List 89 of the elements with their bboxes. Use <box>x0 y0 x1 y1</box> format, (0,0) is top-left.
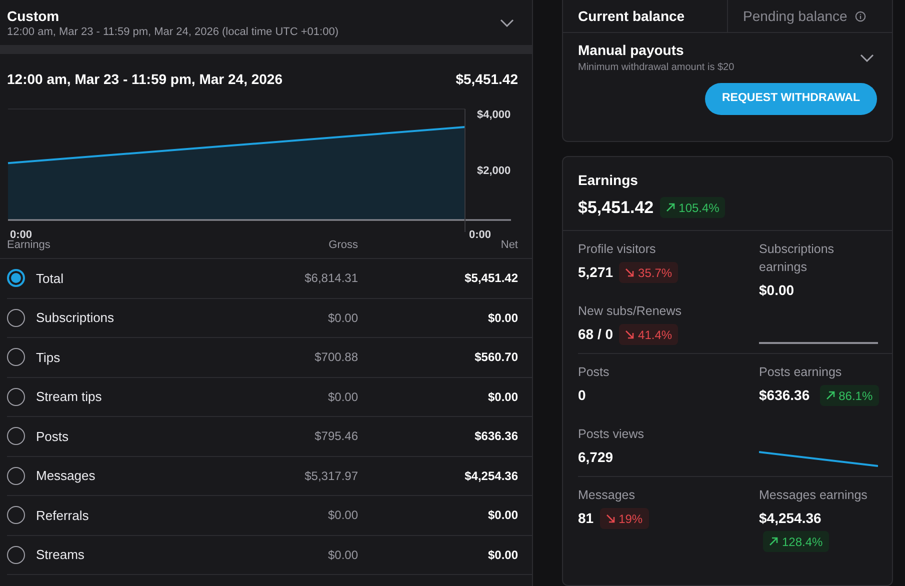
stat-label: Messages earnings <box>759 487 868 504</box>
column-header: Earnings <box>7 238 52 253</box>
change-badge: 128.4% <box>763 531 829 552</box>
row-label: Referrals <box>36 506 90 524</box>
balance-tab[interactable]: Current balance <box>563 0 727 32</box>
period-title: Custom <box>7 6 60 24</box>
change-badge: 35.7% <box>619 262 678 284</box>
net-amount: $0.00 <box>486 546 518 564</box>
arrow-up-right-icon <box>769 537 778 546</box>
earnings-row[interactable]: Total $6,814.31 $5,451.42 <box>7 259 532 298</box>
radio-button[interactable] <box>7 427 25 446</box>
y-tick-label: $2,000 <box>477 164 511 178</box>
gross-amount: $795.46 <box>314 428 358 446</box>
arrow-down-right-icon <box>625 268 634 278</box>
earnings-row[interactable]: Streams $0.00 $0.00 <box>7 536 532 575</box>
arrow-up-right-icon <box>826 391 835 400</box>
earnings-value: $5,451.42 <box>578 196 654 219</box>
y-tick-label: $4,000 <box>477 108 511 123</box>
stat-label: New subs/Renews <box>578 303 683 320</box>
info-icon <box>855 10 866 22</box>
payouts-title: Manual payouts <box>578 41 685 59</box>
column-header: Gross <box>328 238 358 253</box>
gross-amount: $5,317.97 <box>304 468 358 485</box>
change-badge: 86.1% <box>820 385 879 406</box>
stat-value: 5,271 <box>578 263 614 282</box>
stat-label: Posts views <box>578 426 645 444</box>
stat-label: Messages <box>578 487 636 504</box>
radio-button[interactable] <box>7 546 25 564</box>
stat-label: Posts earnings <box>759 364 843 382</box>
balance-tab[interactable]: Pending balance <box>727 0 892 32</box>
stat-value: $4,254.36 <box>759 509 822 528</box>
earnings-row[interactable]: Stream tips $0.00 $0.00 <box>7 378 532 417</box>
chevron-down-icon <box>500 18 514 26</box>
earnings-title: Earnings <box>578 170 639 190</box>
net-amount: $0.00 <box>486 507 518 524</box>
earnings-row[interactable]: Tips $700.88 $560.70 <box>7 338 532 378</box>
gross-amount: $6,814.31 <box>304 270 358 288</box>
radio-button[interactable] <box>7 308 25 327</box>
row-label: Messages <box>36 467 96 485</box>
change-badge: 41.4% <box>619 324 678 346</box>
stat-label: Profile visitors <box>578 241 657 258</box>
row-label: Streams <box>36 546 86 564</box>
radio-button[interactable] <box>7 506 25 524</box>
change-badge: 19% <box>600 508 649 530</box>
gross-amount: $0.00 <box>326 546 358 564</box>
stat-label: Subscriptions earnings <box>759 241 836 276</box>
net-amount: $4,254.36 <box>464 468 518 485</box>
payouts-selector[interactable]: Manual payouts Minimum withdrawal amount is $20 <box>563 33 892 75</box>
net-amount: $636.36 <box>474 428 518 446</box>
earnings-row[interactable]: Posts $795.46 $636.36 <box>7 417 532 456</box>
stat-label: Posts <box>578 364 610 382</box>
net-amount: $0.00 <box>486 310 518 327</box>
earnings-row[interactable]: Messages $5,317.97 $4,254.36 <box>7 456 532 496</box>
column-header: Net <box>500 238 518 253</box>
earnings-row[interactable]: Referrals $0.00 $0.00 <box>7 496 532 536</box>
gross-amount: $0.00 <box>326 507 358 524</box>
change-badge: 105.4% <box>660 197 726 218</box>
radio-button[interactable] <box>7 466 25 485</box>
radio-button[interactable] <box>7 388 25 406</box>
payouts-note: Minimum withdrawal amount is $20 <box>578 61 734 75</box>
x-tick-label: 0:00 <box>10 228 32 241</box>
stat-value: $0.00 <box>759 281 794 300</box>
row-label: Total <box>36 270 64 288</box>
net-amount: $560.70 <box>474 349 518 366</box>
row-label: Posts <box>36 428 70 446</box>
stat-value: 6,729 <box>578 448 614 468</box>
radio-button[interactable] <box>7 348 25 366</box>
x-tick-label: 0:00 <box>469 228 492 243</box>
row-label: Subscriptions <box>36 309 116 327</box>
net-amount: $0.00 <box>486 388 518 406</box>
chevron-down-icon <box>860 54 874 62</box>
total-amount: $5,451.42 <box>456 70 518 88</box>
stat-value: 81 <box>578 509 594 528</box>
earnings-row[interactable]: Subscriptions $0.00 $0.00 <box>7 298 532 338</box>
arrow-down-right-icon <box>625 330 634 340</box>
stat-value: 0 <box>578 386 586 406</box>
arrow-down-right-icon <box>606 514 615 524</box>
row-label: Stream tips <box>36 388 103 406</box>
gross-amount: $0.00 <box>326 310 358 327</box>
gross-amount: $0.00 <box>326 388 358 406</box>
arrow-up-right-icon <box>666 203 675 212</box>
stat-value: $636.36 <box>759 386 810 406</box>
period-subtitle: 12:00 am, Mar 23 - 11:59 pm, Mar 24, 2026 (local time UTC +01:00) <box>7 24 338 38</box>
date-range: 12:00 am, Mar 23 - 11:59 pm, Mar 24, 2026 <box>7 70 282 89</box>
net-amount: $5,451.42 <box>464 270 518 288</box>
radio-button[interactable] <box>7 269 25 288</box>
gross-amount: $700.88 <box>314 349 358 366</box>
row-label: Tips <box>36 348 62 367</box>
stat-value: 68 / 0 <box>578 325 614 344</box>
